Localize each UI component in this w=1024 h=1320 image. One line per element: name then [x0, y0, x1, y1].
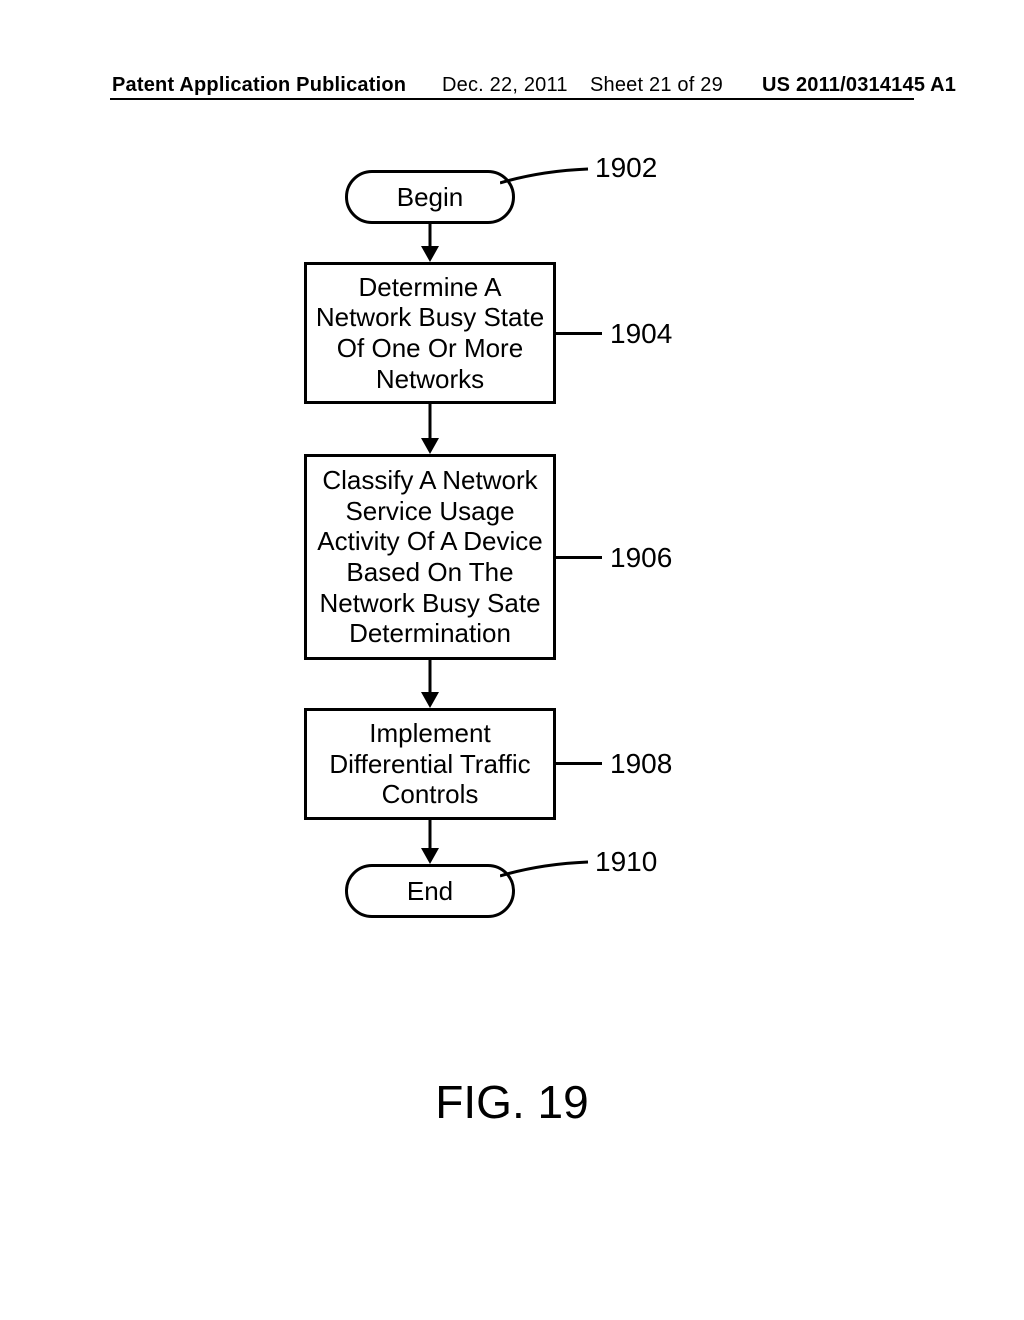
box-step2: Classify A Network Service Usage Activit…	[304, 454, 556, 660]
arrow-1-head	[421, 246, 439, 262]
arrow-3-head	[421, 692, 439, 708]
leader-1904	[556, 332, 602, 335]
terminator-end: End	[345, 864, 515, 918]
terminator-end-label: End	[407, 876, 453, 907]
page: Patent Application Publication Dec. 22, …	[0, 0, 1024, 1320]
header-date: Dec. 22, 2011	[442, 74, 568, 97]
box-step3: Implement Differential Traffic Controls	[304, 708, 556, 820]
ref-1904: 1904	[610, 318, 672, 350]
box-step3-label: Implement Differential Traffic Controls	[329, 718, 530, 810]
header-appno: US 2011/0314145 A1	[762, 74, 956, 97]
box-step1: Determine A Network Busy State Of One Or…	[304, 262, 556, 404]
ref-1910: 1910	[595, 846, 657, 878]
arrow-2-head	[421, 438, 439, 454]
ref-1906: 1906	[610, 542, 672, 574]
leader-1902	[500, 167, 590, 197]
arrow-4-head	[421, 848, 439, 864]
header-publication: Patent Application Publication	[112, 74, 406, 97]
header-sheet: Sheet 21 of 29	[590, 74, 723, 97]
leader-1910	[500, 860, 590, 890]
box-step2-label: Classify A Network Service Usage Activit…	[317, 465, 542, 649]
arrow-3-line	[429, 660, 432, 694]
header-rule	[110, 98, 914, 100]
arrow-4-line	[429, 820, 432, 850]
terminator-begin: Begin	[345, 170, 515, 224]
leader-1906	[556, 556, 602, 559]
figure-caption: FIG. 19	[0, 1075, 1024, 1129]
box-step1-label: Determine A Network Busy State Of One Or…	[316, 272, 544, 395]
leader-1908	[556, 762, 602, 765]
ref-1902: 1902	[595, 152, 657, 184]
arrow-1-line	[429, 224, 432, 248]
ref-1908: 1908	[610, 748, 672, 780]
terminator-begin-label: Begin	[397, 182, 464, 213]
arrow-2-line	[429, 404, 432, 440]
